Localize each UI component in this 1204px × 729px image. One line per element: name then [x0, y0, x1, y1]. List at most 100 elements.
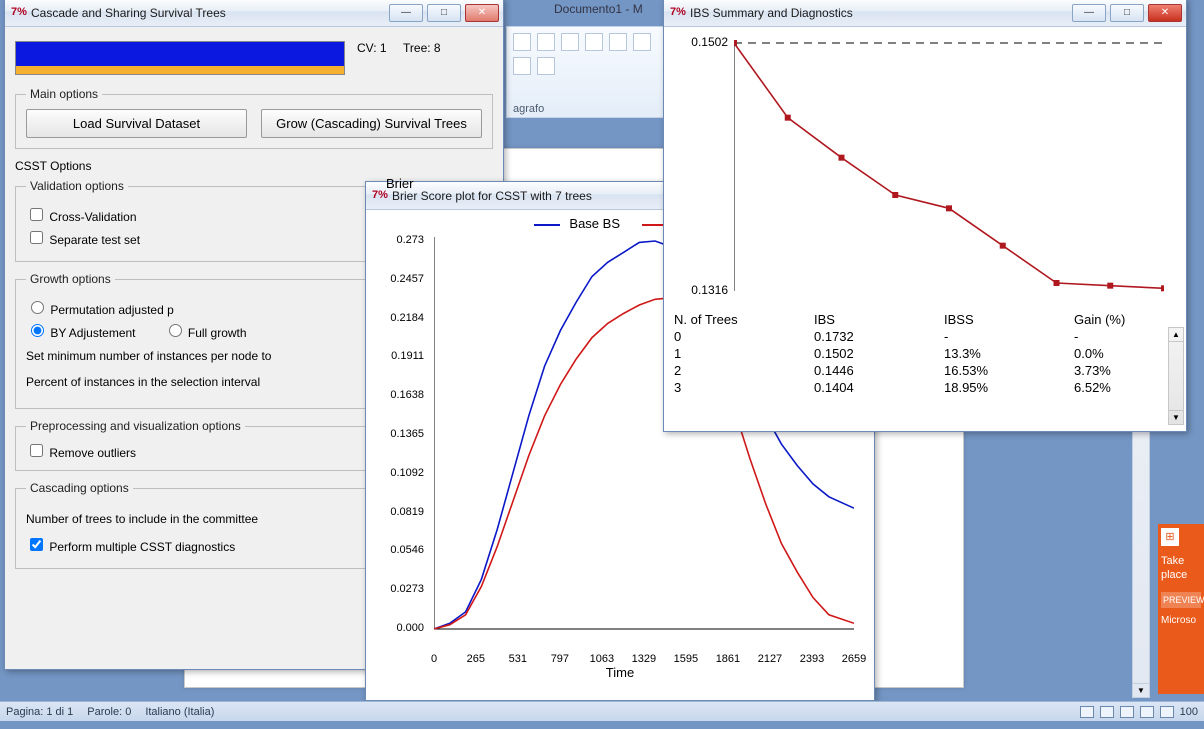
ribbon-icon[interactable]: [537, 57, 555, 75]
window-title: Cascade and Sharing Survival Trees: [31, 6, 385, 20]
y-tick-label: 0.1911: [378, 350, 424, 362]
percent-interval-label: Percent of instances in the selection in…: [26, 375, 260, 389]
view-mode-icon[interactable]: [1160, 706, 1174, 718]
ad-text: PREVIEW: [1161, 592, 1201, 608]
x-tick-label: 1063: [582, 653, 622, 665]
background-window-title: Documento1 - M: [554, 2, 643, 16]
titlebar[interactable]: 7% IBS Summary and Diagnostics — □ ✕: [664, 0, 1186, 27]
x-axis-title: Time: [374, 665, 866, 680]
scroll-up-icon[interactable]: ▲: [1169, 328, 1183, 342]
y-axis-title: Brier: [386, 176, 413, 191]
zoom-level[interactable]: 100: [1180, 706, 1198, 718]
ribbon-icon[interactable]: [513, 33, 531, 51]
y-tick-label: 0.273: [378, 234, 424, 246]
y-tick-label: 0.1365: [378, 428, 424, 440]
status-words[interactable]: Parole: 0: [87, 706, 131, 718]
titlebar[interactable]: 7% Cascade and Sharing Survival Trees — …: [5, 0, 503, 27]
ribbon-icon[interactable]: [609, 33, 627, 51]
status-page[interactable]: Pagina: 1 di 1: [6, 706, 73, 718]
x-tick-label: 265: [456, 653, 496, 665]
maximize-button[interactable]: □: [427, 4, 461, 22]
legend-swatch-base: [534, 224, 560, 226]
y-tick-label: 0.1316: [678, 283, 728, 297]
permutation-radio[interactable]: Permutation adjusted p: [26, 298, 174, 317]
minimize-button[interactable]: —: [389, 4, 423, 22]
main-options-group: Main options Load Survival Dataset Grow …: [15, 87, 493, 149]
table-cell: -: [944, 328, 1074, 345]
load-dataset-button[interactable]: Load Survival Dataset: [26, 109, 247, 138]
ribbon-fragment: agrafo: [506, 26, 666, 118]
progress-bar: [15, 41, 345, 75]
tk-icon: 7%: [670, 6, 684, 20]
x-tick-label: 531: [498, 653, 538, 665]
y-tick-label: 0.1092: [378, 467, 424, 479]
view-mode-icon[interactable]: [1120, 706, 1134, 718]
grow-trees-button[interactable]: Grow (Cascading) Survival Trees: [261, 109, 482, 138]
x-tick-label: 1595: [666, 653, 706, 665]
num-trees-label: Number of trees to include in the commit…: [26, 512, 258, 526]
scroll-down-icon[interactable]: ▼: [1169, 410, 1183, 424]
y-tick-label: 0.0546: [378, 544, 424, 556]
table-cell: 6.52%: [1074, 379, 1164, 396]
table-header: Gain (%): [1074, 311, 1164, 328]
tk-icon: 7%: [11, 6, 25, 20]
close-button[interactable]: ✕: [465, 4, 499, 22]
minimize-button[interactable]: —: [1072, 4, 1106, 22]
ribbon-group-label: agrafo: [513, 103, 544, 115]
x-tick-label: 2393: [792, 653, 832, 665]
separate-test-checkbox[interactable]: Separate test set: [26, 228, 140, 247]
table-cell: 3.73%: [1074, 362, 1164, 379]
ibs-table: N. of TreesIBSIBSSGain (%)00.1732--10.15…: [674, 311, 1176, 396]
table-cell: 1: [674, 345, 814, 362]
diagnostics-checkbox[interactable]: Perform multiple CSST diagnostics: [26, 535, 235, 554]
x-tick-label: 0: [414, 653, 454, 665]
table-header: N. of Trees: [674, 311, 814, 328]
y-tick-label: 0.000: [378, 622, 424, 634]
maximize-button[interactable]: □: [1110, 4, 1144, 22]
table-cell: 18.95%: [944, 379, 1074, 396]
close-button[interactable]: ✕: [1148, 4, 1182, 22]
legend-label-base: Base BS: [569, 216, 620, 231]
view-mode-icon[interactable]: [1080, 706, 1094, 718]
ribbon-icon[interactable]: [585, 33, 603, 51]
view-mode-icon[interactable]: [1140, 706, 1154, 718]
ribbon-icon[interactable]: [513, 57, 531, 75]
group-legend: Validation options: [26, 179, 128, 193]
table-cell: 13.3%: [944, 345, 1074, 362]
table-cell: 0.0%: [1074, 345, 1164, 362]
table-header: IBS: [814, 311, 944, 328]
table-cell: 0.1732: [814, 328, 944, 345]
group-legend: Growth options: [26, 272, 115, 286]
group-legend: Main options: [26, 87, 102, 101]
x-tick-label: 2127: [750, 653, 790, 665]
status-language[interactable]: Italiano (Italia): [145, 706, 214, 718]
table-cell: -: [1074, 328, 1164, 345]
window-title: IBS Summary and Diagnostics: [690, 6, 1068, 20]
office-ad-panel[interactable]: ⊞ Take place PREVIEW Microso: [1158, 524, 1204, 694]
cross-validation-checkbox[interactable]: Cross-Validation: [26, 205, 137, 224]
full-growth-radio[interactable]: Full growth: [164, 321, 247, 340]
y-tick-label: 0.1502: [678, 35, 728, 49]
y-tick-label: 0.1638: [378, 389, 424, 401]
ibs-summary-window: 7% IBS Summary and Diagnostics — □ ✕ 0.1…: [663, 0, 1187, 432]
by-adjustment-radio[interactable]: BY Adjustement: [26, 321, 136, 340]
view-mode-icon[interactable]: [1100, 706, 1114, 718]
table-cell: 0.1446: [814, 362, 944, 379]
tk-icon: 7%: [372, 189, 386, 203]
table-scrollbar[interactable]: ▲ ▼: [1168, 327, 1184, 425]
table-cell: 0.1404: [814, 379, 944, 396]
y-tick-label: 0.0273: [378, 583, 424, 595]
tree-counter: Tree: 8: [403, 41, 441, 55]
table-cell: 3: [674, 379, 814, 396]
ribbon-icon[interactable]: [561, 33, 579, 51]
remove-outliers-checkbox[interactable]: Remove outliers: [26, 441, 136, 460]
ribbon-icon[interactable]: [633, 33, 651, 51]
y-tick-label: 0.0819: [378, 506, 424, 518]
x-tick-label: 2659: [834, 653, 874, 665]
ibs-chart: 0.1316 0.1502: [674, 33, 1176, 303]
ribbon-icon[interactable]: [537, 33, 555, 51]
table-cell: 0.1502: [814, 345, 944, 362]
x-tick-label: 1329: [624, 653, 664, 665]
office-logo-icon: ⊞: [1161, 528, 1179, 546]
scroll-down-icon[interactable]: ▼: [1133, 683, 1149, 697]
